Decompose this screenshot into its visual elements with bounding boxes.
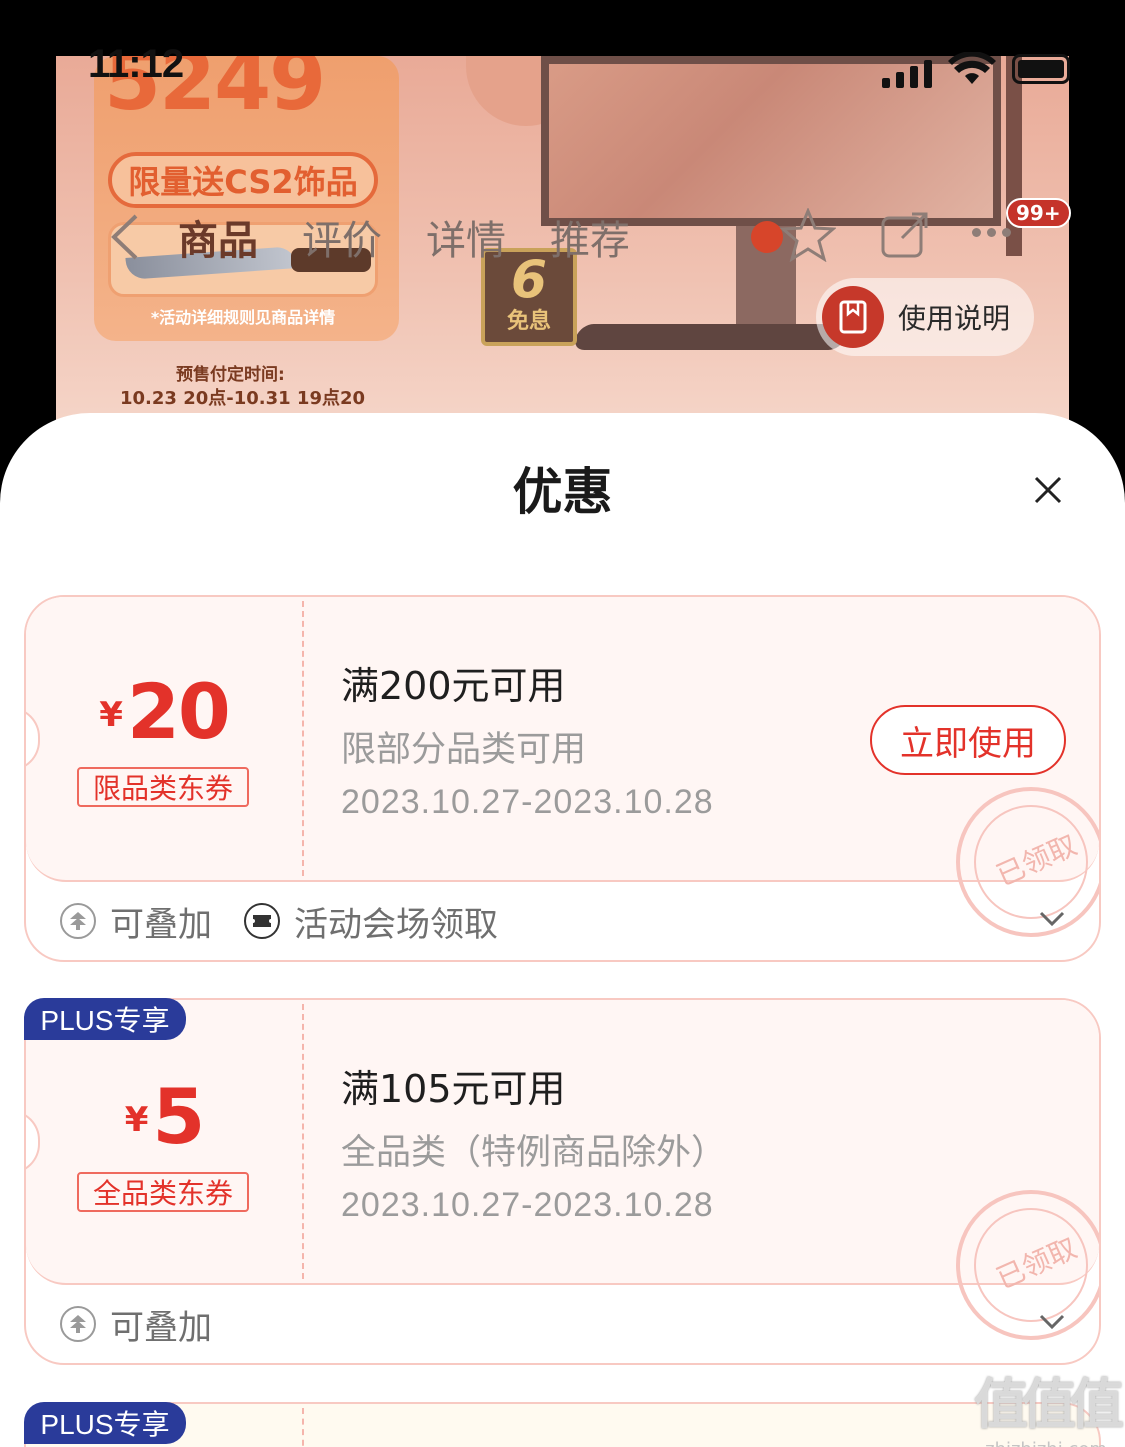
tab-recommend[interactable]: 推荐 (550, 208, 630, 266)
guide-book-icon (822, 286, 884, 348)
event-venue-feature: 活动会场领取 (244, 897, 498, 946)
coupon-card: ¥20 限品类东券 满200元可用 限部分品类可用 2023.10.27-202… (24, 595, 1101, 962)
tab-product[interactable]: 商品 (178, 208, 258, 266)
stack-icon (60, 903, 96, 939)
stackable-feature: 可叠加 (60, 1300, 212, 1349)
interest-text: 免息 (506, 309, 551, 334)
coupon-scope: 限部分品类可用 (341, 730, 587, 770)
sheet-title: 优惠 (512, 463, 613, 521)
coupon-value: 20 (126, 667, 231, 756)
stackable-feature: 可叠加 (60, 897, 212, 946)
message-badge: 99+ (1006, 198, 1071, 228)
coupon-dates: 2023.10.27-2023.10.28 (341, 1186, 714, 1224)
monitor-dot (751, 221, 783, 253)
wifi-icon (948, 52, 996, 84)
battery-icon (1012, 54, 1070, 84)
coupon-value: 5 (152, 1072, 205, 1161)
presale-time: 10.23 20点-10.31 19点20 (120, 388, 366, 409)
stack-icon (60, 1306, 96, 1342)
more-icon[interactable] (972, 228, 1011, 237)
coupon-type-tag: 全品类东券 (77, 1172, 249, 1212)
favorite-star-icon[interactable] (780, 208, 836, 262)
presale-label: 预售付定时间: (176, 365, 285, 385)
coupon-footer[interactable]: 可叠加 活动会场领取 (26, 882, 1099, 960)
coupon-body: ¥20 限品类东券 满200元可用 限部分品类可用 2023.10.27-202… (26, 597, 1099, 937)
share-icon[interactable] (880, 210, 930, 260)
ticket-icon (244, 903, 280, 939)
promo-pill: 限量送CS2饰品 (108, 152, 378, 208)
app-screen: { "status_bar": { "time": "11:12" }, "ba… (0, 0, 1125, 1447)
rule-note: *活动详细规则见商品详情 (150, 308, 336, 327)
coupon-footer[interactable]: 可叠加 (26, 1285, 1099, 1363)
plus-exclusive-badge: PLUS专享 (24, 998, 186, 1040)
currency-symbol: ¥ (124, 1100, 149, 1140)
signal-icon (882, 60, 932, 88)
chevron-down-icon[interactable] (1038, 910, 1066, 928)
coupon-type-tag: 限品类东券 (77, 767, 249, 807)
back-icon[interactable] (110, 212, 140, 262)
use-now-button[interactable]: 立即使用 (870, 705, 1066, 775)
coupon-amount: ¥20 (26, 667, 302, 756)
status-time: 11:12 (88, 42, 184, 86)
product-tabs: 商品 评价 详情 推荐 (178, 208, 630, 266)
coupon-divider (302, 1408, 304, 1447)
monitor-image (541, 56, 1001, 226)
chevron-down-icon[interactable] (1038, 1313, 1066, 1331)
watermark-logo: 值值值 (974, 1373, 1124, 1436)
coupon-amount: ¥5 (26, 1072, 302, 1161)
tab-reviews[interactable]: 评价 (302, 208, 382, 266)
coupon-scope: 全品类（特例商品除外） (341, 1133, 727, 1173)
plus-exclusive-badge: PLUS专享 (24, 1402, 186, 1444)
coupon-body: ¥5 全品类东券 满105元可用 全品类（特例商品除外） 2023.10.27-… (26, 1000, 1099, 1340)
event-venue-label: 活动会场领取 (294, 904, 498, 945)
coupon-condition: 满200元可用 (341, 664, 566, 708)
watermark-text: zhizhizhi.com (972, 1439, 1120, 1447)
stackable-label: 可叠加 (110, 1307, 212, 1348)
close-icon[interactable] (1028, 470, 1068, 510)
tab-details[interactable]: 详情 (426, 208, 506, 266)
coupon-dates: 2023.10.27-2023.10.28 (341, 783, 714, 821)
monitor-base (571, 324, 851, 350)
coupon-divider (302, 601, 304, 876)
usage-guide-button[interactable]: 使用说明 (816, 278, 1034, 356)
coupon-condition: 满105元可用 (341, 1067, 566, 1111)
stackable-label: 可叠加 (110, 904, 212, 945)
currency-symbol: ¥ (99, 695, 123, 735)
coupon-divider (302, 1004, 304, 1279)
usage-guide-label: 使用说明 (898, 302, 1011, 335)
site-watermark: 值值值 zhizhizhi.com (972, 1360, 1124, 1447)
coupon-card: ¥5 全品类东券 满105元可用 全品类（特例商品除外） 2023.10.27-… (24, 998, 1101, 1365)
